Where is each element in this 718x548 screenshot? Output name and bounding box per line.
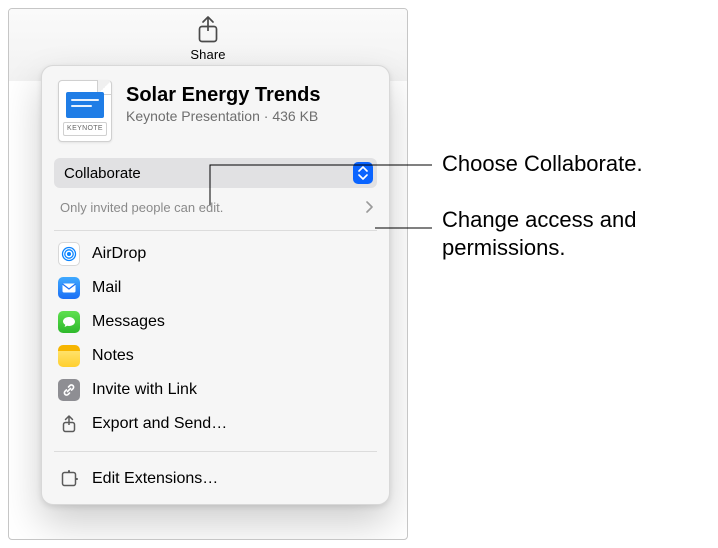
permissions-row[interactable]: Only invited people can edit.: [54, 194, 377, 220]
share-icon: [194, 15, 222, 45]
share-item-label: Messages: [92, 313, 165, 331]
share-popover: KEYNOTE Solar Energy Trends Keynote Pres…: [41, 65, 390, 505]
collaborate-mode-select[interactable]: Collaborate: [54, 158, 377, 188]
callout-mode: Choose Collaborate.: [442, 150, 643, 178]
app-window: Share KEYNOTE Solar Energy Trends Keynot…: [8, 8, 408, 540]
collaborate-mode-selected-label: Collaborate: [64, 165, 141, 182]
share-destinations: AirDrop Mail: [42, 237, 389, 441]
edit-extensions-item[interactable]: Edit Extensions…: [50, 462, 381, 496]
dropdown-stepper-icon: [353, 162, 373, 184]
share-item-mail[interactable]: Mail: [50, 271, 381, 305]
document-icon: KEYNOTE: [58, 80, 112, 142]
chevron-right-icon: [365, 201, 373, 213]
share-item-invite-link[interactable]: Invite with Link: [50, 373, 381, 407]
notes-icon: [58, 345, 80, 367]
messages-icon: [58, 311, 80, 333]
share-item-label: AirDrop: [92, 245, 146, 263]
share-item-notes[interactable]: Notes: [50, 339, 381, 373]
document-header: KEYNOTE Solar Energy Trends Keynote Pres…: [42, 66, 389, 148]
document-title: Solar Energy Trends: [126, 84, 373, 106]
document-icon-tag: KEYNOTE: [63, 122, 107, 136]
edit-extensions-label: Edit Extensions…: [92, 470, 218, 488]
document-meta: Keynote Presentation · 436 KB: [126, 108, 373, 124]
share-item-label: Export and Send…: [92, 415, 227, 433]
divider: [54, 230, 377, 231]
airdrop-icon: [58, 242, 80, 266]
extensions-icon: [58, 468, 80, 490]
link-icon: [58, 379, 80, 401]
divider: [54, 451, 377, 452]
share-item-messages[interactable]: Messages: [50, 305, 381, 339]
export-icon: [58, 413, 80, 435]
share-button-label: Share: [178, 47, 238, 62]
share-item-label: Mail: [92, 279, 121, 297]
share-item-airdrop[interactable]: AirDrop: [50, 237, 381, 271]
share-button[interactable]: Share: [178, 15, 238, 62]
share-item-label: Invite with Link: [92, 381, 197, 399]
share-item-label: Notes: [92, 347, 134, 365]
extensions-section: Edit Extensions…: [42, 458, 389, 496]
callout-permissions: Change access and permissions.: [442, 206, 652, 261]
permissions-summary: Only invited people can edit.: [60, 200, 223, 215]
mail-icon: [58, 277, 80, 299]
share-item-export-send[interactable]: Export and Send…: [50, 407, 381, 441]
